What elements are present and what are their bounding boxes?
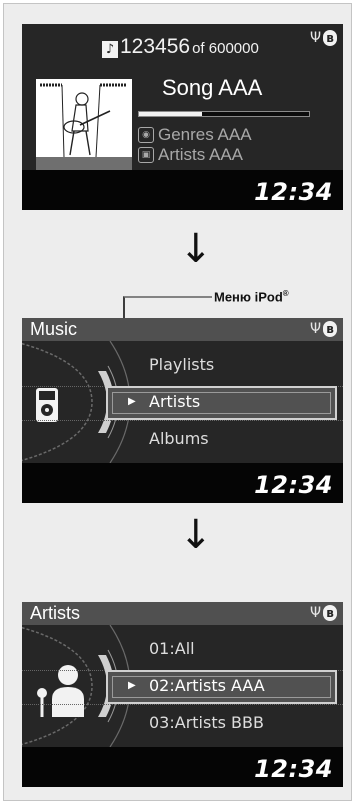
- bluetooth-icon: ʙ: [323, 605, 337, 621]
- title-bar: Artists Ψ ʙ: [22, 602, 343, 625]
- menu-item-artists[interactable]: Artists: [149, 392, 200, 411]
- status-icons: Ψ ʙ: [310, 605, 337, 621]
- registered-mark: ®: [282, 289, 289, 298]
- menu-item-artists-bbb[interactable]: 03:Artists BBB: [149, 713, 264, 732]
- menu-body: ▶ 01:All 02:Artists AAA 03:Artists BBB: [22, 625, 343, 747]
- usb-icon: Ψ: [309, 605, 321, 621]
- menu-body: ▶ Playlists Artists Albums: [22, 341, 343, 463]
- menu-item-artists-aaa[interactable]: 02:Artists AAA: [149, 676, 265, 695]
- title-bar: Music Ψ ʙ: [22, 318, 343, 341]
- divider: [22, 704, 343, 706]
- divider: [22, 420, 343, 422]
- clock: 12:34: [254, 471, 333, 499]
- artists-menu-screen: Artists Ψ ʙ ▶ 01:All 02:Artists AAA 03:A…: [22, 602, 343, 787]
- artist-singer-icon: [37, 665, 84, 717]
- selection-pointer-icon: ▶: [128, 680, 136, 691]
- clock-bar: 12:34: [22, 463, 343, 503]
- menu-item-all[interactable]: 01:All: [149, 639, 195, 658]
- selection-highlight[interactable]: [106, 386, 337, 420]
- menu-title: Artists: [30, 603, 81, 623]
- clock: 12:34: [254, 755, 333, 783]
- callout-text: Меню iPod: [214, 289, 283, 305]
- figure-frame: ♪ 123456 of 600000 Ψ ʙ Song AAA ◉ Genres…: [3, 3, 352, 801]
- music-menu-screen: Music Ψ ʙ ▶ Playlists Artists Albums 12:…: [22, 318, 343, 503]
- menu-title: Music: [30, 319, 78, 339]
- usb-icon: Ψ: [309, 321, 321, 337]
- clock-bar: 12:34: [22, 747, 343, 787]
- down-arrow-icon: ↓: [179, 512, 213, 558]
- status-icons: Ψ ʙ: [310, 321, 337, 337]
- selection-pointer-icon: ▶: [128, 396, 136, 407]
- menu-item-playlists[interactable]: Playlists: [149, 355, 214, 374]
- menu-item-albums[interactable]: Albums: [149, 429, 209, 448]
- bluetooth-icon: ʙ: [323, 321, 337, 337]
- ipod-icon: [36, 388, 58, 422]
- callout-label: Меню iPod®: [214, 289, 289, 304]
